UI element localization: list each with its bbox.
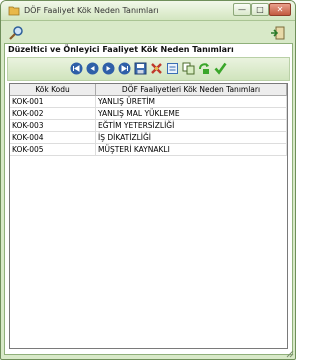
root-cause-grid: Kök Kodu DÖF Faaliyetleri Kök Neden Tanı… xyxy=(9,83,288,349)
description-cell[interactable]: İŞ DİKATİZLİĞİ xyxy=(96,132,287,144)
table-row[interactable]: KOK-005 MÜŞTERİ KAYNAKLI xyxy=(10,144,287,156)
first-record-icon[interactable] xyxy=(70,62,83,75)
column-header-description[interactable]: DÖF Faaliyetleri Kök Neden Tanımları xyxy=(96,84,287,96)
minimize-button[interactable]: — xyxy=(233,3,251,16)
code-cell[interactable]: KOK-004 xyxy=(10,132,96,144)
panel-title: Düzeltici ve Önleyici Faaliyet Kök Neden… xyxy=(8,45,234,54)
application-window: DÖF Faaliyet Kök Neden Tanımları — □ ✕ D… xyxy=(0,0,296,360)
table-row[interactable]: KOK-002 YANLIŞ MAL YÜKLEME xyxy=(10,108,287,120)
refresh-icon[interactable] xyxy=(198,62,211,75)
description-cell[interactable]: MÜŞTERİ KAYNAKLI xyxy=(96,144,287,156)
table-row[interactable]: KOK-001 YANLIŞ ÜRETİM xyxy=(10,96,287,108)
description-cell[interactable]: YANLIŞ MAL YÜKLEME xyxy=(96,108,287,120)
code-cell[interactable]: KOK-005 xyxy=(10,144,96,156)
delete-icon[interactable] xyxy=(150,62,163,75)
record-toolbar xyxy=(7,57,290,81)
column-header-code[interactable]: Kök Kodu xyxy=(10,84,96,96)
exit-icon[interactable] xyxy=(270,25,286,41)
save-icon[interactable] xyxy=(134,62,147,75)
code-cell[interactable]: KOK-002 xyxy=(10,108,96,120)
code-cell[interactable]: KOK-001 xyxy=(10,96,96,108)
new-record-icon[interactable] xyxy=(166,62,179,75)
previous-record-icon[interactable] xyxy=(86,62,99,75)
resize-grip-icon[interactable] xyxy=(286,350,294,358)
table-row[interactable]: KOK-004 İŞ DİKATİZLİĞİ xyxy=(10,132,287,144)
confirm-check-icon[interactable] xyxy=(214,62,227,75)
close-button[interactable]: ✕ xyxy=(269,3,291,16)
search-icon[interactable] xyxy=(8,25,24,41)
folder-icon xyxy=(8,6,20,16)
next-record-icon[interactable] xyxy=(102,62,115,75)
top-toolbar xyxy=(4,23,292,43)
title-bar[interactable]: DÖF Faaliyet Kök Neden Tanımları — □ ✕ xyxy=(1,1,295,21)
last-record-icon[interactable] xyxy=(118,62,131,75)
description-cell[interactable]: EĞTİM YETERSİZLİĞİ xyxy=(96,120,287,132)
root-cause-panel: Düzeltici ve Önleyici Faaliyet Kök Neden… xyxy=(4,43,293,355)
description-cell[interactable]: YANLIŞ ÜRETİM xyxy=(96,96,287,108)
code-cell[interactable]: KOK-003 xyxy=(10,120,96,132)
copy-icon[interactable] xyxy=(182,62,195,75)
window-title: DÖF Faaliyet Kök Neden Tanımları xyxy=(24,6,159,15)
maximize-button[interactable]: □ xyxy=(251,3,269,16)
table-row[interactable]: KOK-003 EĞTİM YETERSİZLİĞİ xyxy=(10,120,287,132)
